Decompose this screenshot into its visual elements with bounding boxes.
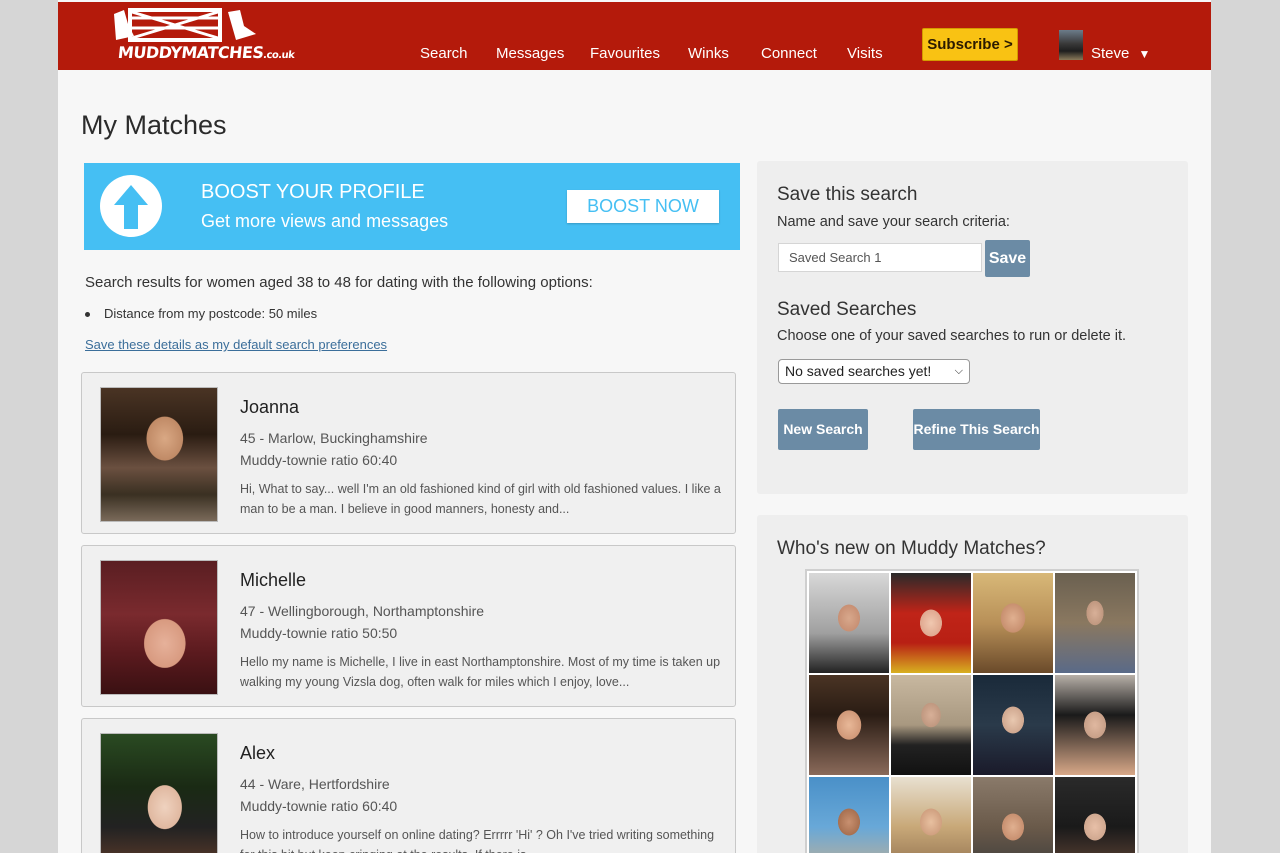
chevron-down-icon: ⌵: [954, 365, 963, 377]
new-member-photo[interactable]: [809, 573, 889, 673]
match-photo[interactable]: [100, 387, 218, 522]
match-location: 44 - Ware, Hertfordshire: [240, 776, 390, 792]
match-name[interactable]: Michelle: [240, 570, 306, 591]
user-avatar[interactable]: [1059, 30, 1083, 60]
match-card[interactable]: Michelle 47 - Wellingborough, Northampto…: [81, 545, 736, 707]
saved-searches-text: Choose one of your saved searches to run…: [777, 328, 1127, 344]
match-photo[interactable]: [100, 733, 218, 853]
match-ratio: Muddy-townie ratio 60:40: [240, 452, 398, 468]
bullet-icon: [85, 312, 90, 318]
search-results-summary: Search results for women aged 38 to 48 f…: [85, 274, 593, 291]
boost-now-button[interactable]: BOOST NOW: [567, 190, 719, 223]
save-search-heading: Save this search: [777, 184, 918, 205]
boost-subheading: Get more views and messages: [201, 211, 449, 231]
match-card[interactable]: Joanna 45 - Marlow, Buckinghamshire Mudd…: [81, 372, 736, 534]
user-name: Steve: [1091, 45, 1130, 62]
nav-favourites[interactable]: Favourites: [590, 45, 660, 62]
new-member-photo[interactable]: [809, 675, 889, 775]
page: MUDDYMATCHES.co.uk Search Messages Favou…: [58, 0, 1211, 853]
logo-wordmark: MUDDYMATCHES.co.uk: [117, 43, 295, 62]
whos-new-panel: Who's new on Muddy Matches?: [757, 515, 1188, 853]
nav-winks[interactable]: Winks: [688, 45, 729, 62]
new-member-photo[interactable]: [1055, 675, 1135, 775]
chevron-down-icon: ▼: [1138, 47, 1151, 61]
new-member-photo[interactable]: [891, 777, 971, 853]
refine-search-button[interactable]: Refine This Search: [913, 409, 1040, 450]
match-name[interactable]: Joanna: [240, 397, 299, 418]
new-member-photo[interactable]: [891, 675, 971, 775]
match-location: 45 - Marlow, Buckinghamshire: [240, 430, 428, 446]
whos-new-heading: Who's new on Muddy Matches?: [777, 538, 1046, 559]
match-bio: Hi, What to say... well I'm an old fashi…: [240, 482, 721, 516]
match-location: 47 - Wellingborough, Northamptonshire: [240, 603, 485, 619]
save-search-button[interactable]: Save: [985, 240, 1030, 277]
boost-heading: BOOST YOUR PROFILE: [201, 181, 425, 203]
new-member-photo[interactable]: [973, 675, 1053, 775]
subscribe-button[interactable]: Subscribe >: [922, 28, 1018, 61]
save-default-preferences-link[interactable]: Save these details as my default search …: [85, 337, 387, 352]
boost-banner[interactable]: BOOST YOUR PROFILE Get more views and me…: [84, 163, 740, 250]
match-photo[interactable]: [100, 560, 218, 695]
new-member-photo[interactable]: [1055, 777, 1135, 853]
match-bio: How to introduce yourself on online dati…: [240, 828, 715, 853]
match-name[interactable]: Alex: [240, 743, 275, 764]
page-title: My Matches: [81, 110, 227, 140]
arrow-up-icon: [100, 175, 162, 237]
new-members-grid: [805, 569, 1139, 853]
new-member-photo[interactable]: [973, 573, 1053, 673]
new-member-photo[interactable]: [973, 777, 1053, 853]
search-options-panel: Save this search Name and save your sear…: [757, 161, 1188, 494]
nav-visits[interactable]: Visits: [847, 45, 883, 62]
saved-searches-heading: Saved Searches: [777, 299, 917, 320]
new-member-photo[interactable]: [1055, 573, 1135, 673]
match-card[interactable]: Alex 44 - Ware, Hertfordshire Muddy-town…: [81, 718, 736, 853]
search-option-item: Distance from my postcode: 50 miles: [85, 306, 317, 321]
save-search-text: Name and save your search criteria:: [777, 214, 1010, 230]
saved-searches-select[interactable]: No saved searches yet! ⌵: [778, 359, 970, 384]
top-navigation-bar: MUDDYMATCHES.co.uk Search Messages Favou…: [58, 2, 1211, 70]
new-member-photo[interactable]: [891, 573, 971, 673]
match-ratio: Muddy-townie ratio 50:50: [240, 625, 398, 641]
match-ratio: Muddy-townie ratio 60:40: [240, 798, 398, 814]
saved-search-name-input[interactable]: Saved Search 1: [778, 243, 982, 272]
match-bio: Hello my name is Michelle, I live in eas…: [240, 655, 721, 689]
nav-search[interactable]: Search: [420, 45, 468, 62]
new-search-button[interactable]: New Search: [778, 409, 868, 450]
user-menu[interactable]: Steve ▼: [1091, 45, 1150, 62]
nav-messages[interactable]: Messages: [496, 45, 564, 62]
muddymatches-logo[interactable]: MUDDYMATCHES.co.uk: [110, 6, 295, 64]
nav-connect[interactable]: Connect: [761, 45, 817, 62]
wellies-gate-icon: [114, 8, 256, 42]
new-member-photo[interactable]: [809, 777, 889, 853]
